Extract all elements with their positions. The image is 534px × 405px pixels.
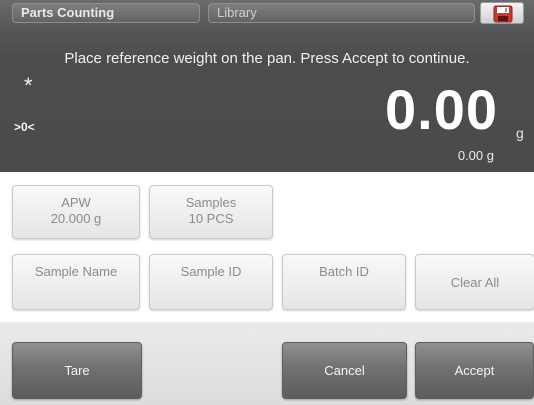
title-bar: Parts Counting Library [0,0,534,24]
secondary-weight-readout: 0.00 g [457,148,494,163]
batch-id-button[interactable]: Batch ID [282,254,406,310]
save-button[interactable] [480,2,524,24]
instruction-text: Place reference weight on the pan. Press… [64,50,470,67]
library-tab[interactable]: Library [208,3,475,23]
tare-button[interactable]: Tare [12,342,142,399]
sample-id-button[interactable]: Sample ID [149,254,273,310]
main-weight-readout: 0.00 [385,78,498,141]
apw-label: APW [61,195,91,210]
accept-button[interactable]: Accept [415,342,534,399]
cancel-button[interactable]: Cancel [282,342,407,399]
apw-value: 20.000 g [50,211,102,226]
sample-name-button[interactable]: Sample Name [12,254,140,310]
samples-value: 10 PCS [188,211,234,226]
floppy-disk-icon [493,5,513,23]
application-tab[interactable]: Parts Counting [12,3,200,23]
stability-indicator: * [24,73,33,98]
weighing-display: Parts Counting Library Place reference w… [0,0,534,172]
samples-label: Samples [185,195,237,210]
apw-button[interactable]: APW 20.000 g [12,185,140,239]
samples-button[interactable]: Samples 10 PCS [149,185,273,239]
main-weight-unit: g [516,125,524,141]
center-of-zero-indicator: >0< [14,120,35,134]
clear-all-button[interactable]: Clear All [415,254,534,310]
